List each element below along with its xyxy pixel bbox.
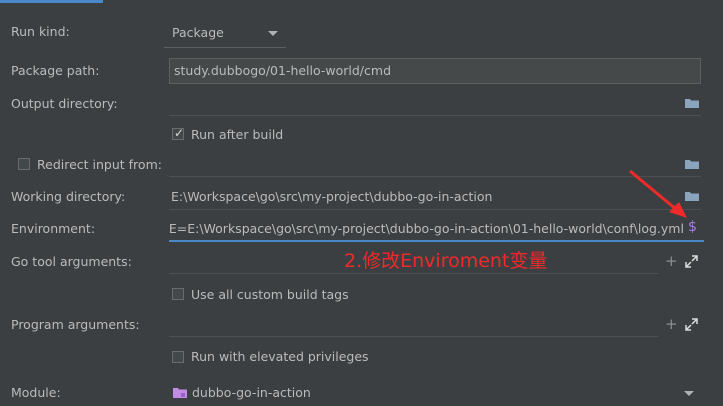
use-custom-build-tags-label: Use all custom build tags (191, 287, 349, 302)
working-directory-value: E:\Workspace\go\src\my-project\dubbo-go-… (171, 189, 493, 204)
redirect-input-label: Redirect input from: (37, 157, 162, 172)
chevron-down-icon (684, 391, 694, 396)
run-kind-dropdown[interactable]: Package (164, 20, 286, 48)
checkmark-icon: ✓ (174, 126, 185, 140)
redirect-input-checkbox[interactable] (18, 158, 30, 170)
working-directory-label: Working directory: (11, 189, 126, 204)
program-arguments-label: Program arguments: (11, 317, 140, 332)
module-folder-icon (173, 388, 187, 398)
plus-icon[interactable]: + (665, 252, 678, 270)
expand-icon[interactable] (685, 318, 698, 331)
module-label: Module: (11, 385, 61, 400)
redirect-input-field[interactable] (169, 151, 701, 177)
run-after-build-checkbox[interactable]: ✓ (172, 126, 185, 140)
package-path-label: Package path: (11, 63, 100, 78)
arrow-annotation-icon (629, 169, 687, 218)
module-dropdown[interactable]: dubbo-go-in-action (169, 378, 704, 406)
elevated-privileges-checkbox[interactable] (172, 351, 184, 363)
module-value: dubbo-go-in-action (192, 385, 311, 400)
dollar-icon[interactable]: $ (688, 219, 697, 235)
program-arguments-input[interactable] (169, 311, 659, 337)
go-tool-arguments-label: Go tool arguments: (11, 254, 132, 269)
expand-icon[interactable] (685, 255, 698, 268)
plus-icon[interactable]: + (665, 315, 678, 333)
go-tool-arguments-input[interactable] (169, 248, 659, 274)
package-path-input[interactable]: study.dubbogo/01-hello-world/cmd (169, 58, 701, 84)
output-directory-input[interactable] (169, 90, 701, 116)
elevated-privileges-label: Run with elevated privileges (191, 349, 369, 364)
environment-input[interactable]: FILE=E:\Workspace\go\src\my-project\dubb… (169, 216, 704, 242)
environment-value: FILE=E:\Workspace\go\src\my-project\dubb… (169, 221, 684, 236)
package-path-value: study.dubbogo/01-hello-world/cmd (174, 63, 392, 78)
chevron-down-icon (268, 31, 278, 36)
output-directory-label: Output directory: (11, 96, 118, 111)
run-after-build-label: Run after build (191, 127, 284, 142)
run-kind-label: Run kind: (11, 24, 70, 39)
working-directory-input[interactable]: E:\Workspace\go\src\my-project\dubbo-go-… (169, 184, 701, 210)
folder-icon[interactable] (685, 98, 699, 108)
active-tab-indicator (0, 0, 103, 3)
environment-label: Environment: (11, 221, 96, 236)
use-custom-build-tags-checkbox[interactable] (172, 288, 184, 300)
run-kind-value: Package (172, 25, 224, 40)
